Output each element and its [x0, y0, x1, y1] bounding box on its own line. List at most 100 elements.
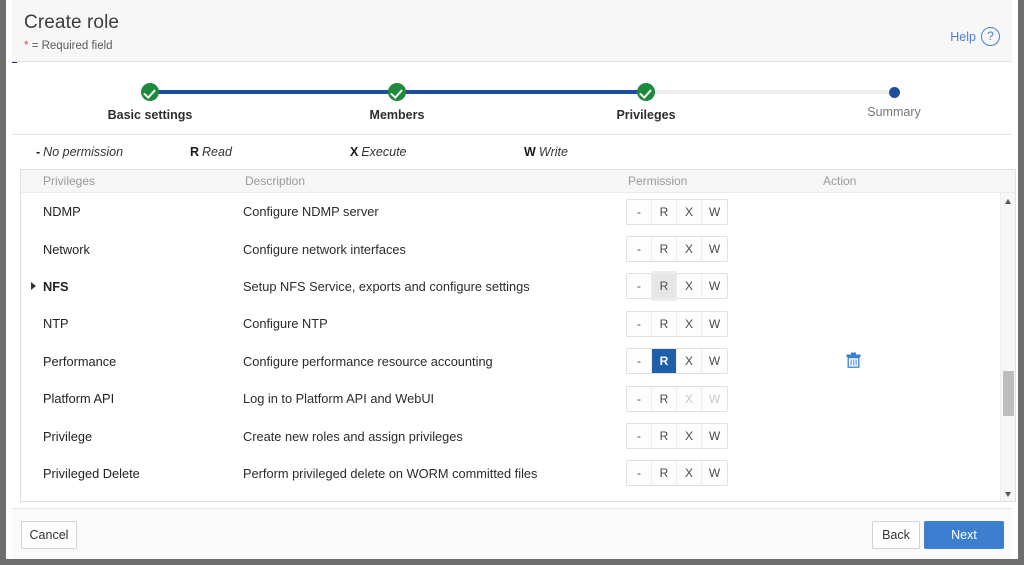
required-field-note: * = Required field: [24, 40, 113, 52]
permission-option-none[interactable]: -: [627, 237, 652, 262]
privilege-name-cell: Performance: [21, 354, 243, 369]
legend-text: Write: [538, 145, 568, 159]
privilege-label: Platform API: [43, 391, 115, 407]
permission-toggle-group[interactable]: -RXW: [626, 273, 728, 300]
help-label: Help: [950, 29, 976, 44]
permission-cell: -RXW: [626, 460, 821, 487]
permission-toggle-group[interactable]: -RXW: [626, 348, 728, 375]
permission-option-r[interactable]: R: [652, 199, 677, 224]
question-circle-icon[interactable]: ?: [981, 27, 1000, 46]
privilege-label: NTP: [43, 316, 69, 332]
table-header-row: Privileges Description Permission Action: [21, 170, 1015, 193]
permission-option-none[interactable]: -: [627, 311, 652, 336]
permission-option-x[interactable]: X: [677, 199, 702, 224]
permission-cell: -RXW: [626, 198, 821, 225]
privilege-name-cell: Privilege: [21, 429, 243, 444]
permission-option-w[interactable]: W: [702, 237, 727, 262]
permission-option-r[interactable]: R: [652, 386, 677, 411]
permission-option-r[interactable]: R: [652, 311, 677, 336]
table-body: NDMP Configure NDMP server - R X W Network Conf…: [21, 193, 1015, 501]
permission-option-r[interactable]: R: [652, 237, 677, 262]
next-button[interactable]: Next: [924, 521, 1004, 549]
step-label: Privileges: [616, 108, 676, 122]
table-vertical-scrollbar[interactable]: [1000, 193, 1015, 501]
permission-option-x[interactable]: X: [677, 424, 702, 449]
permission-toggle-group[interactable]: -RXW: [626, 310, 728, 337]
back-button[interactable]: Back: [872, 521, 920, 549]
scroll-up-arrow-icon[interactable]: [1001, 194, 1015, 209]
table-row: Platform API Log in to Platform API and W…: [21, 380, 1015, 417]
permission-option-r[interactable]: R: [652, 424, 677, 449]
permission-option-none[interactable]: -: [627, 349, 652, 374]
privilege-label: NDMP: [43, 204, 81, 220]
permission-option-x: X: [677, 386, 702, 411]
scrollbar-thumb[interactable]: [1003, 371, 1014, 416]
permission-toggle-group[interactable]: -RXW: [626, 198, 728, 225]
permission-option-w[interactable]: W: [702, 274, 727, 299]
step-summary[interactable]: Summary: [824, 83, 964, 119]
privilege-name-cell: Network: [21, 242, 243, 257]
table-row: NDMP Configure NDMP server - R X W: [21, 193, 1015, 230]
legend-key: W: [524, 145, 536, 159]
permission-option-w[interactable]: W: [702, 461, 727, 486]
permission-option-none[interactable]: -: [627, 199, 652, 224]
permission-option-w: W: [702, 386, 727, 411]
privilege-description-cell: Configure NTP: [243, 316, 328, 332]
permission-option-w[interactable]: W: [702, 199, 727, 224]
table-row: Privileged Delete Perform privileged dele…: [21, 455, 1015, 492]
step-basic-settings[interactable]: Basic settings: [80, 83, 220, 122]
legend-item-execute: X Execute: [350, 145, 407, 159]
permission-option-r[interactable]: R: [652, 461, 677, 486]
permission-option-x[interactable]: X: [677, 274, 702, 299]
legend-key: -: [36, 145, 41, 159]
permission-option-x[interactable]: X: [677, 349, 702, 374]
dialog-header: Create role * = Required field Help ?: [12, 0, 1012, 62]
permission-toggle-group[interactable]: -RXW: [626, 236, 728, 263]
permission-option-w[interactable]: W: [702, 311, 727, 336]
permission-option-none[interactable]: -: [627, 461, 652, 486]
permission-cell: -RXW: [626, 423, 821, 450]
help-link[interactable]: Help ?: [950, 27, 1000, 46]
cancel-button[interactable]: Cancel: [21, 521, 77, 549]
step-privileges[interactable]: Privileges: [576, 83, 716, 122]
permission-option-none[interactable]: -: [627, 424, 652, 449]
permission-option-none[interactable]: -: [627, 386, 652, 411]
privilege-description-cell: Configure NDMP server: [243, 204, 379, 220]
step-label: Basic settings: [107, 108, 193, 122]
privilege-description-cell: Create new roles and assign privileges: [243, 428, 463, 444]
dialog-footer: Cancel Back Next: [12, 508, 1012, 559]
permission-toggle-group[interactable]: -RXW: [626, 460, 728, 487]
legend-key: R: [190, 145, 200, 159]
privilege-name-cell: NFS: [21, 279, 243, 294]
privileges-table: Privileges Description Permission Action…: [20, 169, 1016, 502]
legend-item-no-permission: - No permission: [36, 145, 123, 159]
column-header-permission: Permission: [628, 174, 688, 188]
privilege-label: Network: [43, 241, 90, 257]
permission-option-x[interactable]: X: [677, 311, 702, 336]
permission-cell: -RXW: [626, 348, 821, 375]
required-note-text: = Required field: [31, 40, 113, 52]
permission-option-x[interactable]: X: [677, 461, 702, 486]
privilege-label: Privileged Delete: [43, 465, 140, 481]
table-row: NFS Setup NFS Service, exports and config…: [21, 268, 1015, 305]
current-step-dot-icon: [888, 86, 900, 98]
privilege-name-cell: NTP: [21, 316, 243, 331]
scroll-down-arrow-icon[interactable]: [1001, 487, 1015, 501]
permission-option-x[interactable]: X: [677, 237, 702, 262]
permission-cell: -RXW: [626, 310, 821, 337]
step-members[interactable]: Members: [327, 83, 467, 122]
permission-option-w[interactable]: W: [702, 424, 727, 449]
action-cell: [821, 352, 996, 371]
legend-text: No permission: [43, 145, 124, 159]
permission-cell: -RXW: [626, 236, 821, 263]
permission-option-r[interactable]: R: [652, 349, 677, 374]
permission-option-w[interactable]: W: [702, 349, 727, 374]
expand-caret-icon[interactable]: [31, 282, 36, 291]
privilege-label: Privilege: [43, 428, 93, 444]
permission-option-r[interactable]: R: [652, 274, 677, 299]
delete-icon[interactable]: [846, 352, 861, 371]
permission-option-none[interactable]: -: [627, 274, 652, 299]
permission-toggle-group[interactable]: -RXW: [626, 423, 728, 450]
legend-item-write: W Write: [524, 145, 568, 159]
permission-toggle-group[interactable]: -RXW: [626, 385, 728, 412]
